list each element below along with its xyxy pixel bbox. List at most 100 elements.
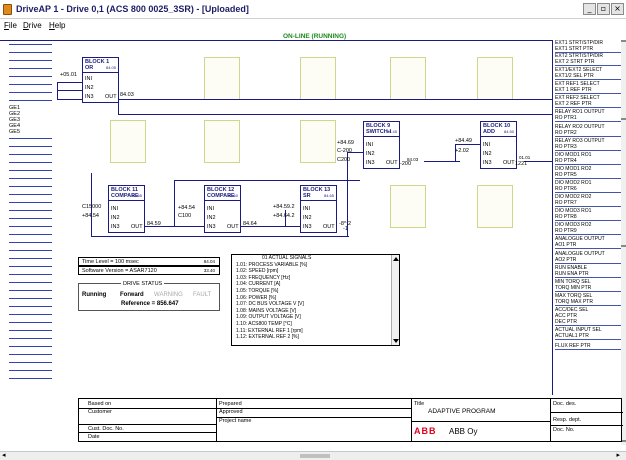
signal-item[interactable]: 1.09: OUTPUT VOLTAGE [V] — [232, 314, 399, 321]
menu-file[interactable]: File — [4, 21, 17, 30]
scroll-thumb[interactable] — [300, 454, 330, 458]
rail-line — [9, 322, 52, 323]
output-pointer-item[interactable]: RUN ENABLE RUN ENA PTR — [555, 265, 621, 278]
rail-line — [9, 242, 52, 243]
scroll-right-icon[interactable]: ▸ — [616, 451, 620, 460]
signal-item[interactable]: 1.05: TORQUE [%] — [232, 288, 399, 295]
empty-block-slot[interactable] — [477, 57, 513, 100]
block-12-in2: IN2 — [207, 215, 216, 221]
wire — [524, 161, 553, 162]
output-pointer-item[interactable]: DIO MOD3 RO2 RO PTR9 — [555, 222, 621, 235]
empty-block-slot[interactable] — [390, 57, 426, 100]
horizontal-scrollbar[interactable]: ◂ ▸ — [0, 451, 626, 460]
block-9[interactable]: BLOCK 9 SWITCH-I 84.45 INI IN2 IN3 OUT — [363, 121, 400, 169]
scroll-marker — [621, 245, 626, 247]
signal-item[interactable]: 1.06: POWER [%] — [232, 295, 399, 302]
output-pointer-item[interactable]: EXT REF2 SELECT EXT 2 REF PTR — [555, 95, 621, 108]
menu-drive[interactable]: Drive — [23, 21, 42, 30]
signal-item[interactable]: 1.11: EXTERNAL REF 1 [rpm] — [232, 328, 399, 335]
signal-item[interactable]: 1.12: EXTERNAL REF 2 [%] — [232, 334, 399, 341]
signal-item[interactable]: 1.10: ACS800 TEMP [°C] — [232, 321, 399, 328]
block-10-in1: INI — [483, 142, 491, 148]
output-pointer-item[interactable]: DIO MOD1 RO1 RO PTR4 — [555, 152, 621, 165]
scroll-up-icon[interactable] — [621, 40, 626, 42]
rail-line — [9, 210, 52, 211]
output-pointer-item[interactable]: ACC/DEC SEL ACC PTR DEC PTR — [555, 307, 621, 326]
block-10[interactable]: BLOCK 10 ADD 84.50 INI IN2 IN3 OUT — [480, 121, 517, 169]
output-pointer-item[interactable]: DIO MOD2 RO2 RO PTR7 — [555, 194, 621, 207]
block-13[interactable]: BLOCK 13 SR 84.65 INI IN2 IN3 OUT — [300, 185, 337, 233]
menu-drive-label: rive — [28, 21, 42, 30]
software-version-box: Software Version = ASAR7120 33.40 — [78, 266, 220, 275]
menu-help[interactable]: Help — [49, 21, 65, 30]
output-pointer-item[interactable]: ANALOGUE OUTPUT AO2 PTR — [555, 251, 621, 264]
output-pointer-item[interactable]: RELAY RO1 OUTPUT RO PTR1 — [555, 109, 621, 122]
empty-block-slot[interactable] — [204, 57, 240, 100]
signal-item[interactable]: 1.07: DC BUS VOLTAGE V [V] — [232, 301, 399, 308]
rail-line — [9, 76, 52, 77]
rail-line — [9, 298, 52, 299]
signal-item[interactable]: 1.01: PROCESS VARIABLE [%] — [232, 262, 399, 269]
restore-button[interactable]: ▫ — [597, 3, 610, 15]
status-forward: Forward — [120, 292, 144, 298]
output-pointer-item[interactable]: RELAY RO2 OUTPUT RO PTR2 — [555, 124, 621, 137]
output-pointer-item[interactable]: DIO MOD1 RO2 RO PTR5 — [555, 166, 621, 179]
output-pointer-item[interactable]: MIN TORQ SEL TORQ MIN PTR — [555, 279, 621, 292]
actual-signals-list[interactable]: 01 ACTUAL SIGNALS 1.01: PROCESS VARIABLE… — [231, 254, 400, 346]
output-pointer-item[interactable]: FLUX REF PTR — [555, 343, 621, 350]
output-pointer-label: AO2 PTR — [555, 257, 577, 263]
empty-block-slot[interactable] — [300, 120, 336, 163]
block-13-in3: IN3 — [303, 224, 312, 230]
signal-item[interactable]: 1.08: MAINS VOLTAGE [V] — [232, 308, 399, 315]
signal-item[interactable]: 1.03: FREQUENCY [Hz] — [232, 275, 399, 282]
close-button[interactable]: × — [611, 3, 624, 15]
empty-block-slot[interactable] — [110, 120, 146, 163]
empty-block-slot[interactable] — [204, 120, 240, 163]
block-13-in1: INI — [303, 206, 311, 212]
block-11-in3: IN3 — [111, 224, 120, 230]
rail-line — [9, 338, 52, 339]
output-pointer-item[interactable]: EXT1 STRT/STP/DIR EXT1 STRT PTR — [555, 40, 621, 53]
output-pointer-item[interactable]: MAX TORQ SEL TORQ MAX PTR — [555, 293, 621, 306]
time-level-label: Time Level = 100 msec — [82, 259, 139, 265]
vertical-scrollbar[interactable] — [621, 40, 626, 445]
output-pointer-item[interactable]: DIO MOD3 RO1 RO PTR8 — [555, 208, 621, 221]
output-pointer-item[interactable]: RELAY RO3 OUTPUT RO PTR3 — [555, 138, 621, 151]
empty-block-slot[interactable] — [300, 57, 336, 100]
rail-line — [9, 92, 52, 93]
wire-label: +84.64.2 — [273, 213, 295, 219]
output-pointer-label: RUN ENA PTR — [555, 271, 589, 277]
footer-divider — [79, 424, 216, 425]
footer-company: ABB Oy — [449, 427, 478, 436]
rail-line — [9, 226, 52, 227]
output-pointer-item[interactable]: EXT REF1 SELECT EXT 1 REF PTR — [555, 81, 621, 94]
scroll-left-icon[interactable]: ◂ — [2, 451, 6, 460]
output-pointer-item[interactable]: EXT1/EXT2 SELECT EXT1/2 SEL PTR — [555, 67, 621, 80]
signals-scrollbar[interactable] — [391, 255, 399, 345]
output-pointer-label: TORQ MAX PTR — [555, 299, 593, 305]
scroll-down-icon[interactable] — [393, 339, 399, 343]
wire — [174, 180, 360, 181]
block-12[interactable]: BLOCK 12 COMPARE 84.60 INI IN2 IN3 OUT — [204, 185, 241, 233]
drive-status-title: DRIVE STATUS — [121, 281, 165, 287]
block-10-type: ADD — [483, 129, 495, 135]
output-pointer-label: AO1 PTR — [555, 242, 577, 248]
title-bar[interactable]: DriveAP 1 - Drive 0,1 (ACS 800 0025_3SR)… — [0, 0, 626, 19]
output-pointer-item[interactable]: ANALOGUE OUTPUT AO1 PTR — [555, 236, 621, 249]
block-1-type: OR — [85, 65, 94, 71]
output-pointer-item[interactable]: DIO MOD2 RO1 RO PTR6 — [555, 180, 621, 193]
output-pointer-label: EXT 2 REF PTR — [555, 101, 592, 107]
minimize-button[interactable]: _ — [583, 3, 596, 15]
signal-item[interactable]: 1.02: SPEED [rpm] — [232, 268, 399, 275]
wire-label: 84.03 — [120, 92, 134, 98]
footer-prepared: Prepared — [219, 401, 242, 407]
output-pointer-item[interactable]: EXT2 STRT/STP/DIR EXT 2 STRT PTR — [555, 53, 621, 66]
menu-bar: File Drive Help — [0, 20, 626, 32]
empty-block-slot[interactable] — [390, 185, 426, 228]
block-11[interactable]: BLOCK 11 COMPARE 84.55 INI IN2 IN3 OUT — [108, 185, 145, 233]
signal-item[interactable]: 1.04: CURRENT [A] — [232, 281, 399, 288]
empty-block-slot[interactable] — [477, 185, 513, 228]
block-1[interactable]: BLOCK 1 OR 84.05 INI IN2 IN3 OUT — [82, 57, 119, 103]
scroll-up-icon[interactable] — [393, 257, 399, 261]
output-pointer-item[interactable]: ACTUAL INPUT SEL ACTUAL1 PTR — [555, 327, 621, 340]
